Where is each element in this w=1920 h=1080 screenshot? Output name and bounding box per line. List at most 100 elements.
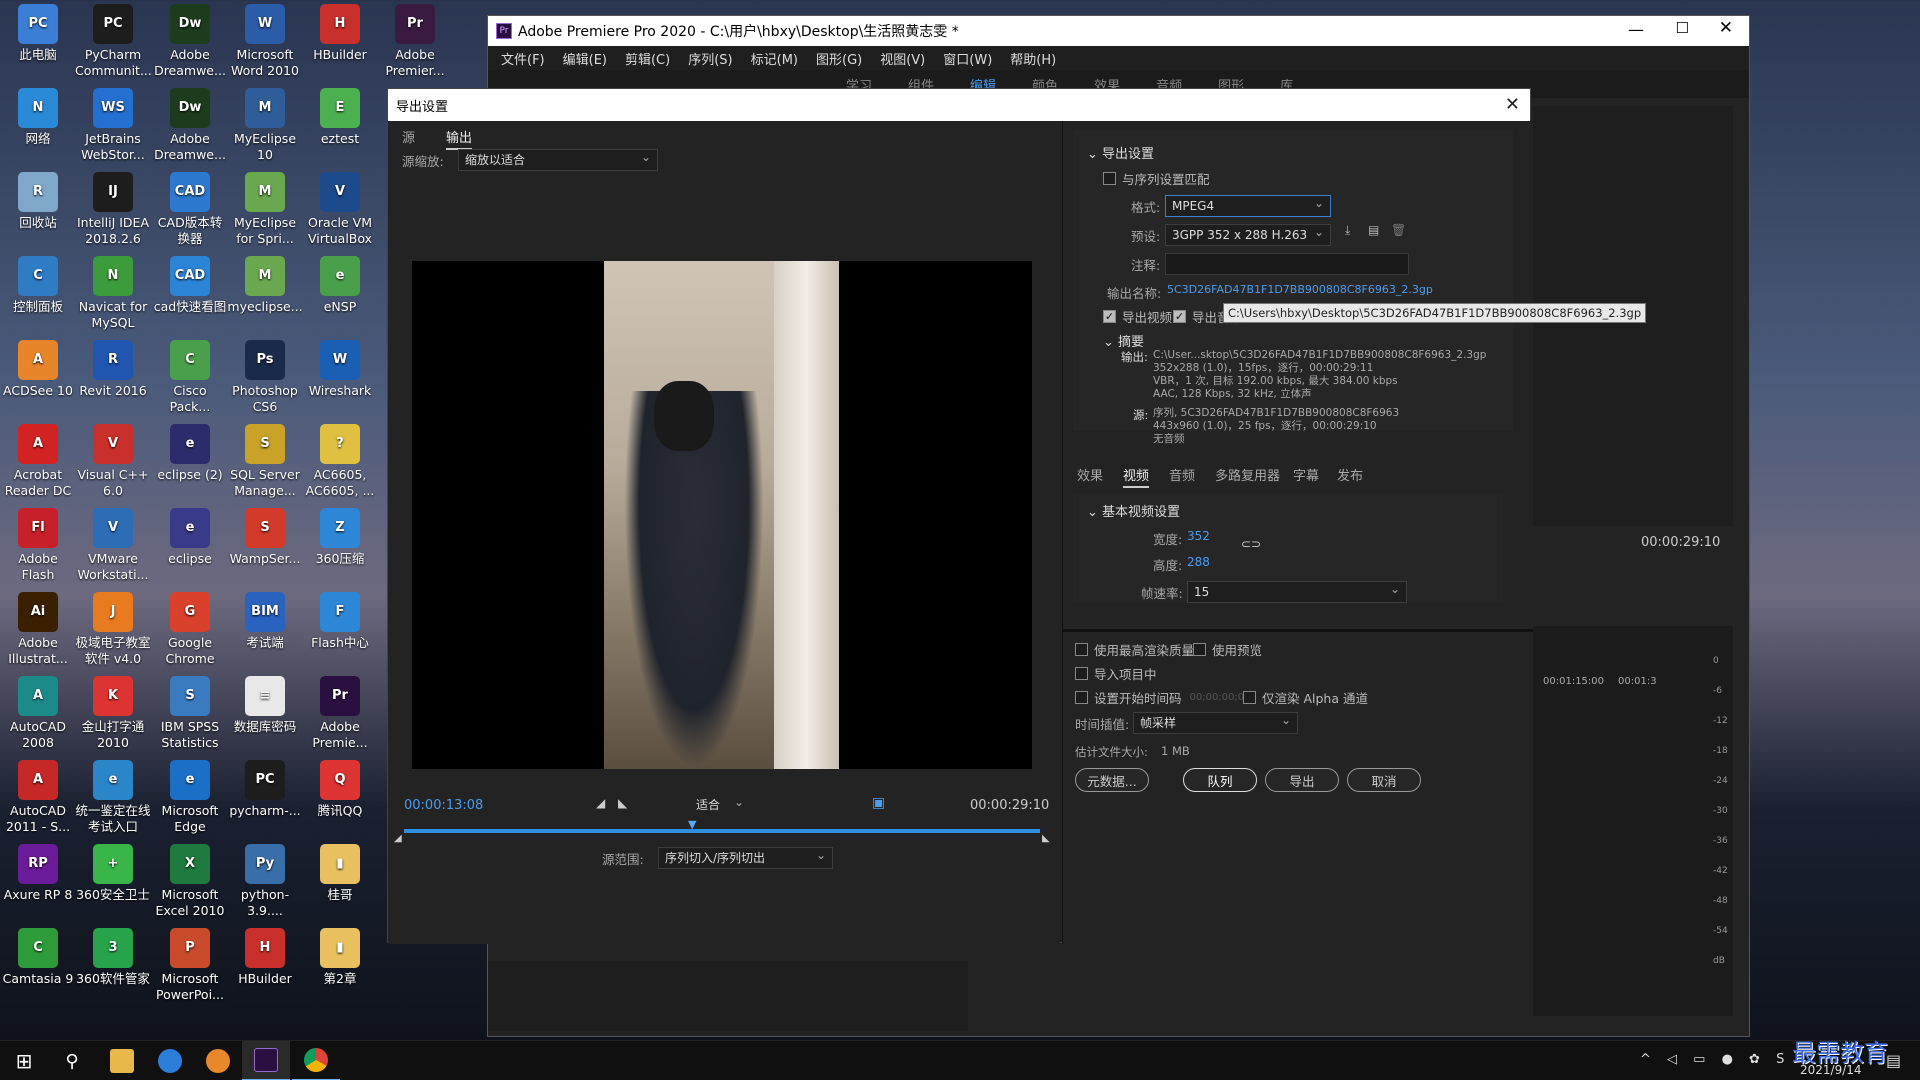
queue-button[interactable]: 队列 xyxy=(1183,768,1257,792)
desktop-icon[interactable]: Z 360压缩 xyxy=(302,504,378,567)
use-preview-checkbox[interactable]: 使用预览 xyxy=(1193,640,1262,659)
checkbox-box[interactable] xyxy=(1243,691,1256,704)
desktop-icon[interactable]: ▮ 桂哥 xyxy=(302,840,378,903)
desktop-icon[interactable]: Eeztest xyxy=(302,84,378,147)
current-time[interactable]: 00:00:13:08 xyxy=(404,798,483,813)
search-button[interactable]: ⚲ xyxy=(48,1041,96,1080)
desktop-icon[interactable]: Ai Adobe Illustrat... xyxy=(0,588,76,667)
desktop-icon[interactable]: Pr Adobe Premie... xyxy=(302,672,378,751)
desktop-icon[interactable]: ≡ 数据库密码 xyxy=(227,672,303,735)
desktop-icon[interactable]: Dw Adobe Dreamwe... xyxy=(152,84,228,163)
comment-input[interactable] xyxy=(1165,253,1409,275)
menu-item[interactable]: 图形(G) xyxy=(816,49,862,68)
menu-item[interactable]: 编辑(E) xyxy=(563,49,607,68)
export-dialog-titlebar[interactable]: 导出设置 ✕ xyxy=(388,89,1530,121)
desktop-icon[interactable]: BIM 考试端 xyxy=(227,588,303,651)
settings-tab[interactable]: 字幕 xyxy=(1293,465,1319,484)
desktop-icon[interactable]: e eNSP xyxy=(302,252,378,315)
desktop-icon[interactable]: V Visual C++ 6.0 xyxy=(75,420,151,499)
import-project-checkbox[interactable]: 导入项目中 xyxy=(1075,664,1157,683)
taskbar-premiere[interactable] xyxy=(242,1041,290,1080)
preset-select[interactable]: 3GPP 352 x 288 H.263 xyxy=(1165,222,1331,246)
close-icon[interactable]: ✕ xyxy=(1505,94,1520,115)
desktop-icon[interactable]: A Acrobat Reader DC xyxy=(0,420,76,499)
minimize-icon[interactable]: — xyxy=(1628,20,1644,39)
checkbox-box[interactable]: ✓ xyxy=(1103,310,1116,323)
menu-item[interactable]: 帮助(H) xyxy=(1010,49,1056,68)
desktop-icon[interactable]: PC 此电脑 xyxy=(0,0,76,63)
notification-icon[interactable]: ▤ xyxy=(1886,1051,1901,1070)
import-preset-icon[interactable]: ▤ xyxy=(1368,223,1379,237)
desktop-icon[interactable]: e Microsoft Edge xyxy=(152,756,228,835)
desktop-icon[interactable]: e 统一鉴定在线考试入口 xyxy=(75,756,151,835)
start-timecode-value[interactable]: 00;00;00;00 xyxy=(1190,692,1251,703)
taskbar-chrome[interactable] xyxy=(292,1041,340,1080)
desktop-icon[interactable]: ? AC6605, AC6605, ... xyxy=(302,420,378,499)
taskbar-edge[interactable] xyxy=(146,1041,194,1080)
desktop-icon[interactable]: H HBuilder xyxy=(227,924,303,987)
desktop-icon[interactable]: N Navicat for MySQL xyxy=(75,252,151,331)
desktop-icon[interactable]: X Microsoft Excel 2010 xyxy=(152,840,228,919)
close-icon[interactable]: ✕ xyxy=(1719,18,1733,38)
playhead-icon[interactable]: ▼ xyxy=(688,818,696,831)
crop-icon[interactable]: ▣ xyxy=(872,795,885,811)
desktop-icon[interactable]: Ps Photoshop CS6 xyxy=(227,336,303,415)
desktop-icon[interactable]: H HBuilder xyxy=(302,0,378,63)
delete-preset-icon[interactable]: 🗑 xyxy=(1391,223,1406,237)
checkbox-box[interactable] xyxy=(1075,691,1088,704)
time-interp-select[interactable]: 帧采样 xyxy=(1133,710,1298,734)
height-value[interactable]: 288 xyxy=(1187,555,1210,569)
export-video-checkbox[interactable]: ✓ 导出视频 xyxy=(1103,307,1172,326)
source-range-select[interactable]: 序列切入/序列切出 xyxy=(658,845,833,869)
timeline-scrubber[interactable] xyxy=(404,829,1040,833)
source-scale-select[interactable]: 缩放以适合 xyxy=(458,147,658,171)
maximize-icon[interactable]: ☐ xyxy=(1676,19,1689,37)
desktop-icon[interactable]: Dw Adobe Dreamwe... xyxy=(152,0,228,79)
tab-output[interactable]: 输出 xyxy=(446,127,473,150)
mark-in-icon[interactable]: ◢ xyxy=(596,796,605,810)
menu-item[interactable]: 标记(M) xyxy=(751,49,798,68)
desktop-icon[interactable]: WS JetBrains WebStor... xyxy=(75,84,151,163)
metadata-button[interactable]: 元数据... xyxy=(1075,768,1149,792)
desktop-icon[interactable]: R Revit 2016 xyxy=(75,336,151,399)
settings-tab[interactable]: 多路复用器 xyxy=(1215,465,1280,484)
menu-item[interactable]: 剪辑(C) xyxy=(625,49,670,68)
desktop-icon[interactable]: 3 360软件管家 xyxy=(75,924,151,987)
desktop-icon[interactable]: SIBM SPSS Statistics 20 xyxy=(152,672,228,753)
premiere-titlebar[interactable]: Pr Adobe Premiere Pro 2020 - C:\用户\hbxy\… xyxy=(488,16,1749,46)
match-sequence-checkbox[interactable]: 与序列设置匹配 xyxy=(1103,169,1210,188)
settings-tab[interactable]: 发布 xyxy=(1337,465,1363,484)
desktop-icon[interactable]: S WampSer... xyxy=(227,504,303,567)
desktop-icon[interactable]: R 回收站 xyxy=(0,168,76,231)
settings-tab[interactable]: 效果 xyxy=(1077,465,1103,484)
desktop-icon[interactable]: M MyEclipse for Spri... xyxy=(227,168,303,247)
desktop-icon[interactable]: RP Axure RP 8 xyxy=(0,840,76,903)
fit-select[interactable]: 适合 xyxy=(690,792,750,817)
desktop-icon[interactable]: Py python-3.9.... xyxy=(227,840,303,919)
desktop-icon[interactable]: C Camtasia 9 xyxy=(0,924,76,987)
alpha-only-checkbox[interactable]: 仅渲染 Alpha 通道 xyxy=(1243,688,1368,707)
desktop-icon[interactable]: Mmyeclipse... xyxy=(227,252,303,315)
desktop-icon[interactable]: G Google Chrome xyxy=(152,588,228,667)
settings-tab[interactable]: 视频 xyxy=(1123,465,1150,488)
tray-icons[interactable]: ^ ◁ ▭ ● ✿ S xyxy=(1640,1052,1790,1067)
start-timecode-checkbox[interactable]: 设置开始时间码 00;00;00;00 xyxy=(1075,688,1251,707)
mark-out-icon[interactable]: ◣ xyxy=(618,796,627,810)
desktop-icon[interactable]: V Oracle VM VirtualBox xyxy=(302,168,378,247)
desktop-icon[interactable]: A AutoCAD 2008 xyxy=(0,672,76,751)
menu-item[interactable]: 窗口(W) xyxy=(943,49,992,68)
desktop-icon[interactable]: J极域电子教室软件 v4.0 2... xyxy=(75,588,151,669)
checkbox-box[interactable] xyxy=(1193,643,1206,656)
desktop-icon[interactable]: M MyEclipse 10 xyxy=(227,84,303,163)
desktop-icon[interactable]: IJIntelliJ IDEA 2018.2.6 x64 xyxy=(75,168,151,249)
desktop-icon[interactable]: W Microsoft Word 2010 xyxy=(227,0,303,79)
link-dimensions-icon[interactable]: ⊂⊃ xyxy=(1241,537,1261,551)
checkbox-box[interactable]: ✓ xyxy=(1173,310,1186,323)
summary-heading[interactable]: ⌄ 摘要 xyxy=(1103,331,1144,350)
desktop-icon[interactable]: Q 腾讯QQ xyxy=(302,756,378,819)
desktop-icon[interactable]: e eclipse (2) xyxy=(152,420,228,483)
desktop-icon[interactable]: W Wireshark xyxy=(302,336,378,399)
desktop-icon[interactable]: FlAdobe Flash Profession... xyxy=(0,504,76,585)
desktop-icon[interactable]: F Flash中心 xyxy=(302,588,378,651)
start-button[interactable]: ⊞ xyxy=(0,1041,48,1080)
